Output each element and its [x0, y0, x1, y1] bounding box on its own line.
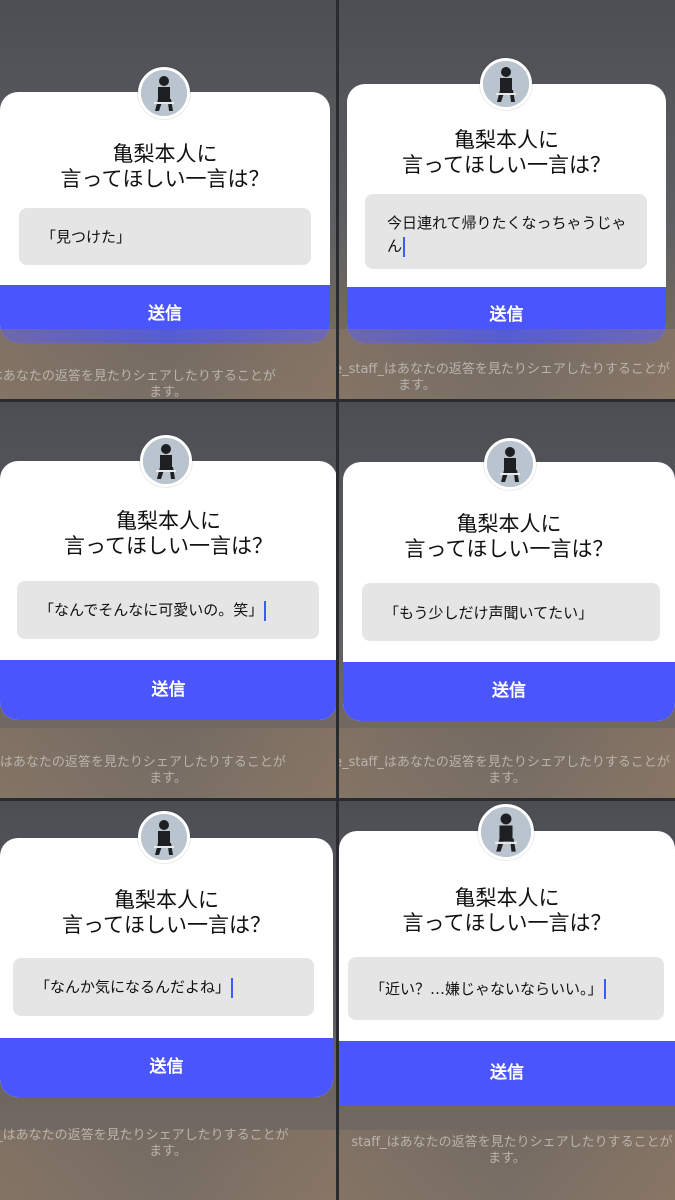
send-button[interactable]: 送信 [0, 285, 330, 343]
question-card: 亀梨本人に 言ってほしい一言は？ 今日連れて帰りたくなっちゃうじゃん 送信 [347, 84, 666, 343]
notice-line-1: e_staff_はあなたの返答を見たりシェアしたりすることが [339, 755, 670, 770]
notice-line-2: ます。 [398, 378, 436, 393]
person-seated-avatar-icon [483, 61, 529, 107]
answer-field[interactable]: 「もう少しだけ声聞いてたい」 [362, 583, 660, 641]
question-card: 亀梨本人に 言ってほしい一言は？ 「近い？…嫌じゃないならいい。」 送信 [339, 831, 675, 1105]
privacy-notice: e_staff_はあなたの返答を見たりシェアしたりすることが ます。 [339, 362, 675, 394]
notice-line-1: staff_はあなたの返答を見たりシェアしたりすることが [351, 1135, 673, 1150]
answer-text: 「近い？…嫌じゃないならいい。」 [370, 979, 603, 998]
send-button[interactable]: 送信 [343, 662, 675, 721]
question-text: 亀梨本人に 言ってほしい一言は？ [0, 142, 330, 192]
answer-field[interactable]: 「近い？…嫌じゃないならいい。」 [348, 957, 664, 1020]
person-seated-avatar-icon [141, 814, 187, 860]
answer-text: 「見つけた」 [41, 228, 132, 246]
privacy-notice: staff_はあなたの返答を見たりシェアしたりすることが ます。 [339, 1135, 675, 1167]
answer-text: 今日連れて帰りたくなっちゃうじゃん [387, 214, 627, 255]
privacy-notice: e_staff_はあなたの返答を見たりシェアしたりすることが ます。 [0, 369, 336, 399]
avatar [484, 438, 536, 490]
question-line-2: 言ってほしい一言は？ [60, 167, 270, 191]
send-button[interactable]: 送信 [339, 1041, 675, 1105]
answer-text: 「なんでそんなに可愛いの。笑」 [39, 601, 264, 620]
question-line-1: 亀梨本人に [114, 888, 219, 912]
screenshot-panel-2: 亀梨本人に 言ってほしい一言は？ 今日連れて帰りたくなっちゃうじゃん 送信 e_… [339, 0, 675, 399]
privacy-notice: e_staff_はあなたの返答を見たりシェアしたりすることが ます。 [0, 755, 336, 787]
question-line-1: 亀梨本人に [116, 509, 221, 533]
question-line-2: 言ってほしい一言は？ [62, 913, 271, 937]
question-line-2: 言ってほしい一言は？ [404, 537, 614, 561]
question-line-1: 亀梨本人に [456, 512, 562, 536]
screenshot-panel-1: 亀梨本人に 言ってほしい一言は？ 「見つけた」 送信 e_staff_はあなたの… [0, 0, 336, 399]
question-line-1: 亀梨本人に [454, 128, 559, 152]
question-card: 亀梨本人に 言ってほしい一言は？ 「なんか気になるんだよね」 送信 [0, 838, 333, 1097]
question-card: 亀梨本人に 言ってほしい一言は？ 「なんでそんなに可愛いの。笑」 送信 [0, 461, 336, 720]
question-text: 亀梨本人に 言ってほしい一言は？ [339, 886, 675, 936]
avatar [138, 67, 190, 119]
avatar [138, 811, 190, 863]
privacy-notice: e_staff_はあなたの返答を見たりシェアしたりすることが ます。 [339, 755, 675, 787]
answer-field[interactable]: 「なんか気になるんだよね」 [13, 958, 314, 1016]
notice-line-1: e_staff_はあなたの返答を見たりシェアしたりすることが [0, 369, 276, 384]
question-text: 亀梨本人に 言ってほしい一言は？ [0, 509, 336, 559]
question-line-2: 言ってほしい一言は？ [402, 911, 612, 935]
person-seated-avatar-icon [141, 70, 187, 116]
question-text: 亀梨本人に 言ってほしい一言は？ [0, 888, 333, 938]
person-seated-avatar-icon [481, 807, 531, 857]
avatar [480, 58, 532, 110]
send-button[interactable]: 送信 [0, 1038, 333, 1097]
question-text: 亀梨本人に 言ってほしい一言は？ [343, 512, 675, 562]
answer-field[interactable]: 「見つけた」 [19, 208, 311, 265]
question-line-2: 言ってほしい一言は？ [402, 153, 611, 177]
notice-line-2: ます。 [488, 771, 526, 786]
text-cursor [603, 979, 606, 1000]
answer-text: 「もう少しだけ声聞いてたい」 [384, 603, 594, 622]
question-card: 亀梨本人に 言ってほしい一言は？ 「見つけた」 送信 [0, 92, 330, 343]
privacy-notice: staff_はあなたの返答を見たりシェアしたりすることが ます。 [0, 1128, 336, 1160]
avatar [478, 804, 534, 860]
notice-line-1: e_staff_はあなたの返答を見たりシェアしたりすることが [0, 755, 286, 770]
question-line-2: 言ってほしい一言は？ [64, 534, 273, 558]
answer-text: 「なんか気になるんだよね」 [35, 978, 231, 997]
screenshot-panel-4: 亀梨本人に 言ってほしい一言は？ 「もう少しだけ声聞いてたい」 送信 e_sta… [339, 402, 675, 798]
question-line-1: 亀梨本人に [112, 142, 218, 166]
notice-line-2: ます。 [488, 1151, 526, 1166]
answer-field[interactable]: 「なんでそんなに可愛いの。笑」 [17, 581, 319, 639]
screenshot-panel-3: 亀梨本人に 言ってほしい一言は？ 「なんでそんなに可愛いの。笑」 送信 e_st… [0, 402, 336, 798]
notice-line-1: staff_はあなたの返答を見たりシェアしたりすることが [0, 1128, 289, 1143]
send-button[interactable]: 送信 [347, 287, 666, 343]
notice-line-2: ます。 [149, 771, 187, 786]
text-cursor [403, 236, 406, 257]
notice-line-1: e_staff_はあなたの返答を見たりシェアしたりすることが [339, 362, 670, 377]
answer-field[interactable]: 今日連れて帰りたくなっちゃうじゃん [365, 194, 647, 269]
notice-line-2: ます。 [149, 385, 187, 399]
text-cursor [231, 977, 234, 998]
notice-line-2: ます。 [149, 1144, 187, 1159]
question-text: 亀梨本人に 言ってほしい一言は？ [347, 128, 666, 178]
send-button[interactable]: 送信 [0, 660, 336, 720]
person-seated-avatar-icon [143, 438, 189, 484]
question-card: 亀梨本人に 言ってほしい一言は？ 「もう少しだけ声聞いてたい」 送信 [343, 462, 675, 721]
screenshot-panel-6: 亀梨本人に 言ってほしい一言は？ 「近い？…嫌じゃないならいい。」 送信 sta… [339, 801, 675, 1200]
screenshot-panel-5: 亀梨本人に 言ってほしい一言は？ 「なんか気になるんだよね」 送信 staff_… [0, 801, 336, 1200]
text-cursor [264, 600, 267, 621]
avatar [140, 435, 192, 487]
question-line-1: 亀梨本人に [454, 886, 560, 910]
person-seated-avatar-icon [487, 441, 533, 487]
